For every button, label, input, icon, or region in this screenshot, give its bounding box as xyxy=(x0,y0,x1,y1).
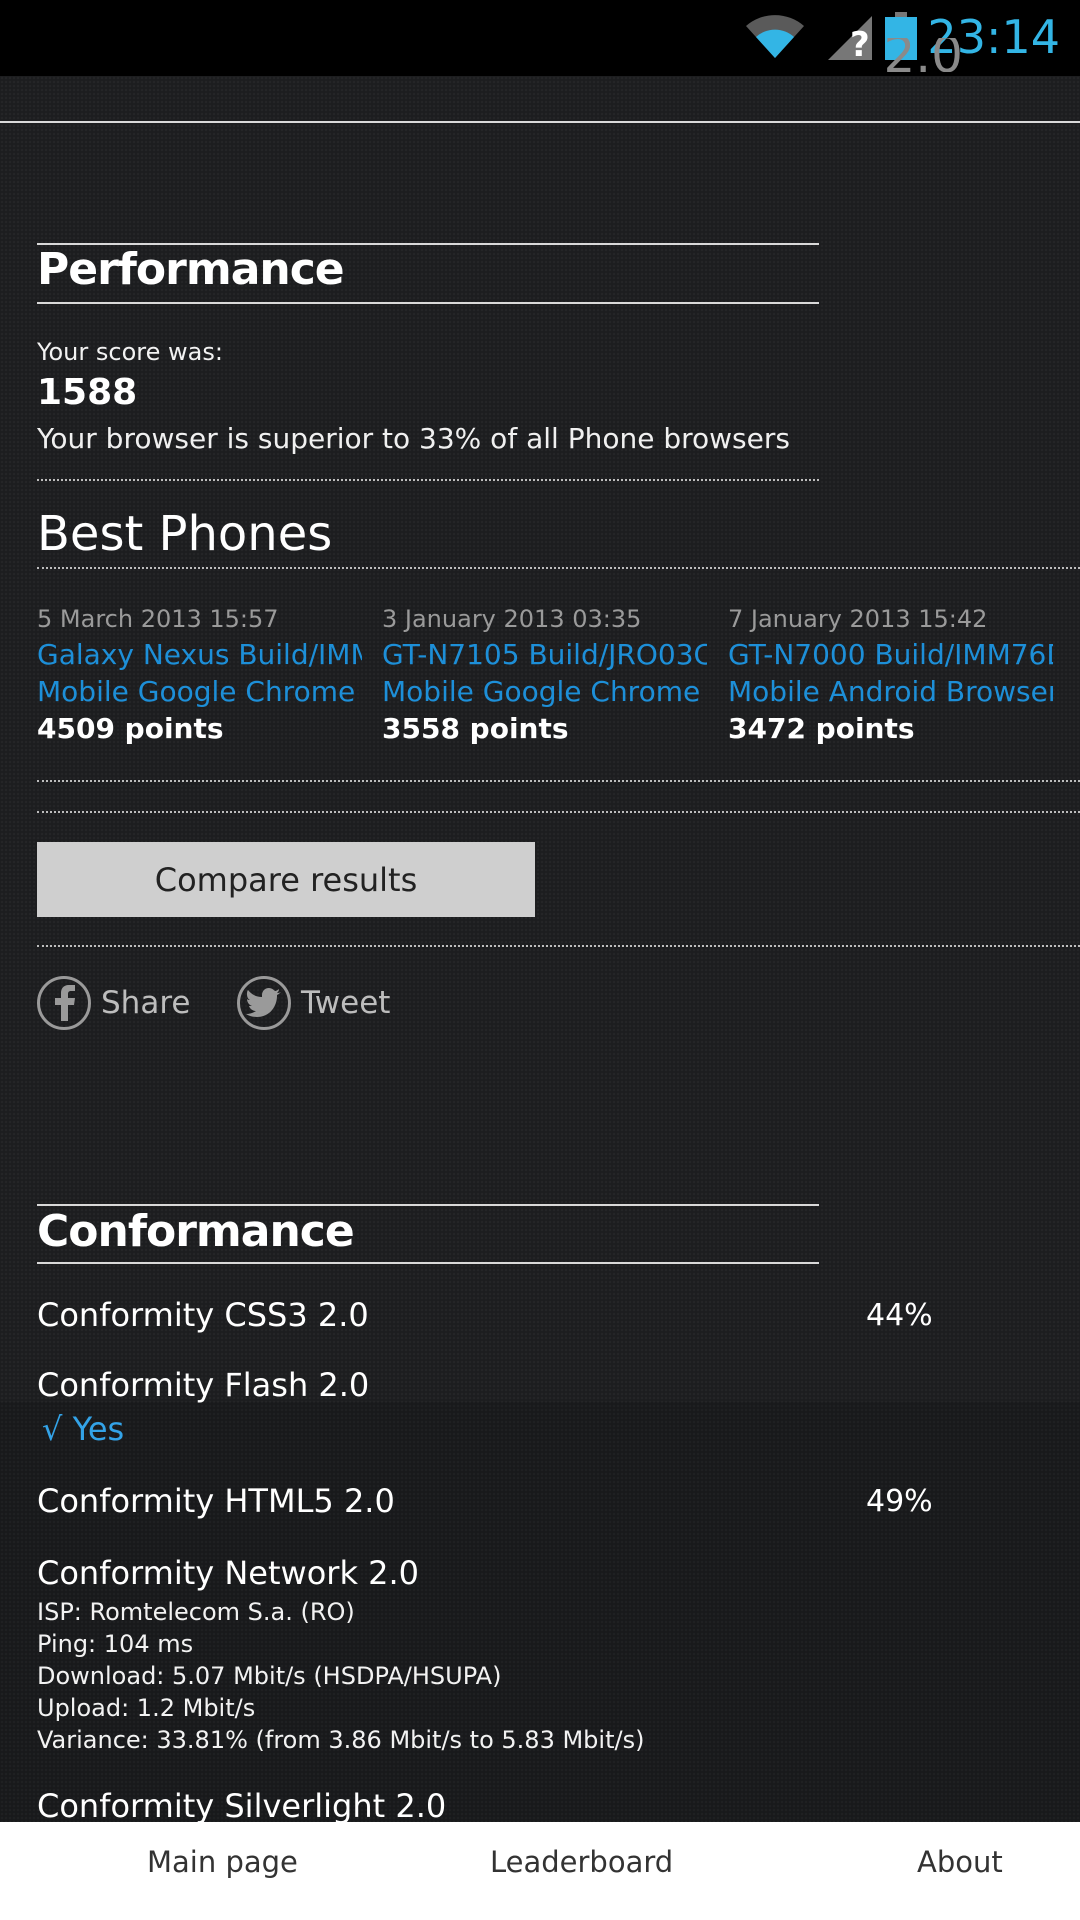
score-value: 1588 xyxy=(37,372,138,413)
conformance-title: Conformance xyxy=(37,1206,355,1257)
network-variance: Variance: 33.81% (from 3.86 Mbit/s to 5.… xyxy=(37,1726,645,1754)
network-isp: ISP: Romtelecom S.a. (RO) xyxy=(37,1598,355,1626)
nav-leaderboard[interactable]: Leaderboard xyxy=(490,1845,673,1879)
network-download: Download: 5.07 Mbit/s (HSDPA/HSUPA) xyxy=(37,1662,502,1690)
phone-points: 4509 points xyxy=(37,712,224,745)
phone-date: 3 January 2013 03:35 xyxy=(382,605,642,633)
phone-browser-link[interactable]: Mobile Google Chrome 18 xyxy=(37,673,362,710)
phone-points: 3558 points xyxy=(382,712,569,745)
dotted-divider xyxy=(37,811,1080,813)
svg-text:?: ? xyxy=(850,25,870,62)
nav-main-page[interactable]: Main page xyxy=(147,1845,298,1879)
divider xyxy=(0,121,1080,123)
share-label: Share xyxy=(101,985,191,1021)
scrolled-version-text: 2.0 xyxy=(883,38,963,72)
phone-device-link[interactable]: GT-N7105 Build/JRO03C xyxy=(382,636,707,673)
share-button[interactable]: Share xyxy=(37,976,190,1030)
conformity-css3-label: Conformity CSS3 2.0 xyxy=(37,1296,369,1334)
phone-date: 5 March 2013 15:57 xyxy=(37,605,279,633)
facebook-icon xyxy=(37,976,91,1030)
divider xyxy=(37,302,819,304)
network-details: ISP: Romtelecom S.a. (RO) Ping: 104 ms D… xyxy=(37,1596,644,1756)
dotted-divider xyxy=(37,780,1080,782)
conformity-html5-value: 49% xyxy=(866,1484,933,1519)
tweet-label: Tweet xyxy=(301,985,391,1021)
phone-browser-link[interactable]: Mobile Android Browser 4 xyxy=(728,673,1053,710)
score-label: Your score was: xyxy=(37,338,223,366)
performance-title: Performance xyxy=(37,244,345,295)
phone-device-link[interactable]: Galaxy Nexus Build/IMM76 xyxy=(37,636,362,673)
network-ping: Ping: 104 ms xyxy=(37,1630,194,1658)
divider xyxy=(37,1262,819,1264)
phone-device-link[interactable]: GT-N7000 Build/IMM76D xyxy=(728,636,1053,673)
conformity-flash-value: √ Yes xyxy=(42,1410,125,1448)
phone-browser-link[interactable]: Mobile Google Chrome 18 xyxy=(382,673,707,710)
best-phone-item[interactable]: 3 January 2013 03:35 GT-N7105 Build/JRO0… xyxy=(382,602,707,747)
signal-unknown-icon: ? xyxy=(828,16,872,62)
score-comparison: Your browser is superior to 33% of all P… xyxy=(37,422,790,455)
nav-about[interactable]: About xyxy=(917,1845,1003,1879)
dotted-divider xyxy=(37,479,819,481)
conformity-css3-value: 44% xyxy=(866,1298,933,1333)
conformity-html5-label: Conformity HTML5 2.0 xyxy=(37,1482,395,1520)
phone-date: 7 January 2013 15:42 xyxy=(728,605,988,633)
compare-results-button[interactable]: Compare results xyxy=(37,842,535,917)
best-phone-item[interactable]: 7 January 2013 15:42 GT-N7000 Build/IMM7… xyxy=(728,602,1053,747)
dotted-divider xyxy=(37,567,1080,569)
phone-points: 3472 points xyxy=(728,712,915,745)
conformity-flash-label: Conformity Flash 2.0 xyxy=(37,1366,370,1404)
twitter-icon xyxy=(237,976,291,1030)
conformity-silverlight-label: Conformity Silverlight 2.0 xyxy=(37,1787,447,1822)
best-phones-title: Best Phones xyxy=(37,506,333,562)
wifi-icon xyxy=(746,15,804,58)
network-upload: Upload: 1.2 Mbit/s xyxy=(37,1694,256,1722)
best-phone-item[interactable]: 5 March 2013 15:57 Galaxy Nexus Build/IM… xyxy=(37,602,362,747)
conformity-network-label: Conformity Network 2.0 xyxy=(37,1554,420,1592)
tweet-button[interactable]: Tweet xyxy=(237,976,390,1030)
dotted-divider xyxy=(37,945,1080,947)
